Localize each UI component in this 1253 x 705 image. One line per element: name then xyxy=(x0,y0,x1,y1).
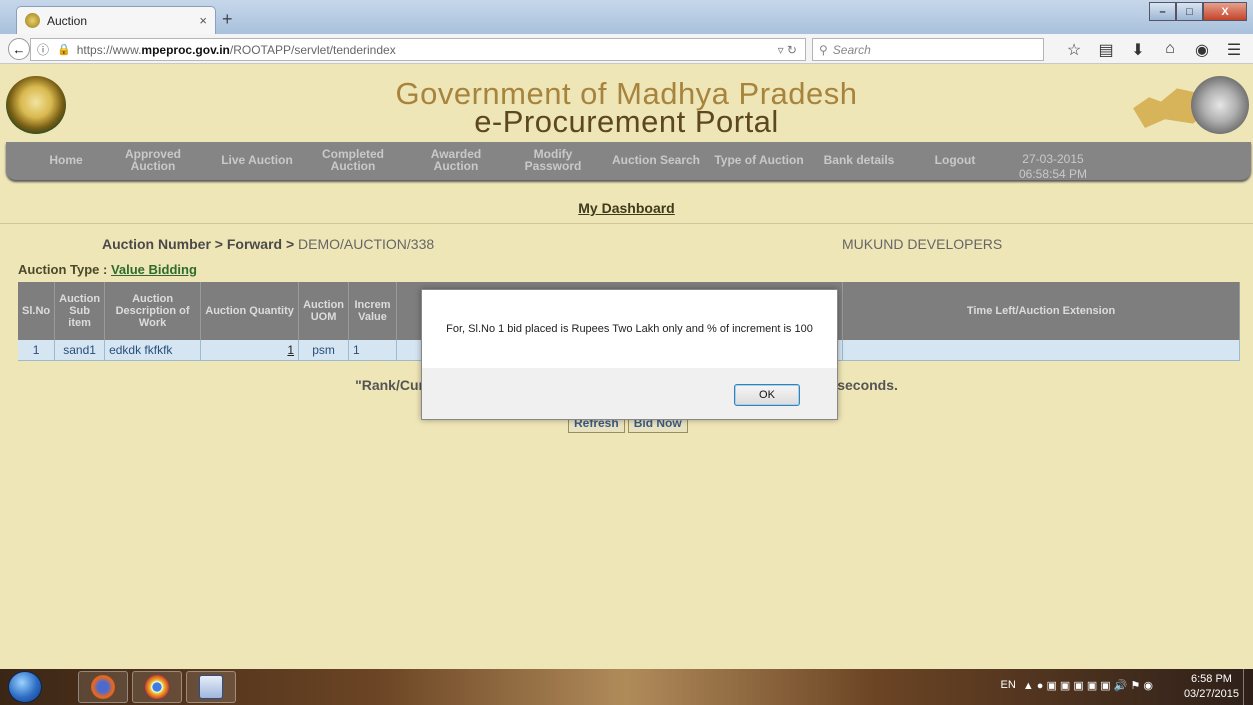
col-slno: Sl.No xyxy=(18,282,56,340)
url-domain: mpeproc.gov.in xyxy=(141,42,230,57)
menu-item-home[interactable]: Home xyxy=(43,154,89,166)
menu-item-bank-details[interactable]: Bank details xyxy=(814,154,904,166)
lock-icon: 🔒 xyxy=(57,44,71,56)
taskbar-firefox[interactable] xyxy=(78,671,128,703)
menu-item-awarded-auction[interactable]: Awarded Auction xyxy=(421,148,491,172)
bookmark-star-icon[interactable]: ☆ xyxy=(1058,40,1090,60)
chat-icon[interactable]: ◉ xyxy=(1186,40,1218,60)
new-tab-button[interactable]: + xyxy=(222,9,233,30)
chrome-icon xyxy=(145,675,169,699)
word-icon xyxy=(199,675,223,699)
alert-footer: OK xyxy=(422,368,837,419)
menu-item-modify-password[interactable]: Modify Password xyxy=(518,148,588,172)
web-page: Government of Madhya Pradesh e-Procureme… xyxy=(0,64,1253,669)
menu-item-auction-search[interactable]: Auction Search xyxy=(596,154,716,166)
start-button[interactable] xyxy=(8,671,42,703)
company-name: MUKUND DEVELOPERS xyxy=(842,236,1003,252)
menu-item-approved-auction[interactable]: Approved Auction xyxy=(118,148,188,172)
breadcrumb-label: Auction Number > Forward > xyxy=(102,236,299,252)
search-input[interactable]: ⚲ Search xyxy=(812,38,1044,61)
info-icon[interactable]: ⓘ xyxy=(37,41,49,58)
browser-tab[interactable]: Auction × xyxy=(16,6,216,34)
auction-breadcrumb: Auction Number > Forward > DEMO/AUCTION/… xyxy=(102,236,434,252)
firefox-icon xyxy=(91,675,115,699)
url-path: /ROOTAPP/servlet/tenderindex xyxy=(229,42,396,57)
tab-close-icon[interactable]: × xyxy=(199,13,207,28)
system-tray: EN ▲ ● ▣ ▣ ▣ ▣ ▣ 🔊 ⚑ ◉ xyxy=(1001,679,1153,692)
col-sub-item: Auction Sub item xyxy=(54,282,106,340)
taskbar: EN ▲ ● ▣ ▣ ▣ ▣ ▣ 🔊 ⚑ ◉ 6:58 PM 03/27/201… xyxy=(0,669,1253,705)
cell-quantity[interactable]: 1 xyxy=(200,340,300,361)
menu-item-completed-auction[interactable]: Completed Auction xyxy=(318,148,388,172)
auction-type-label: Auction Type : xyxy=(18,262,111,277)
auction-type: Auction Type : Value Bidding xyxy=(18,262,197,277)
national-emblem-icon xyxy=(1191,76,1249,134)
cell-sub-item: sand1 xyxy=(54,340,106,361)
col-time-left: Time Left/Auction Extension xyxy=(842,282,1240,340)
reading-list-icon[interactable]: ▤ xyxy=(1090,40,1122,60)
download-icon[interactable]: ⬇ xyxy=(1122,40,1154,60)
cell-description: edkdk fkfkfk xyxy=(104,340,202,361)
window-controls: – □ X xyxy=(1149,2,1247,21)
col-uom: Auction UOM xyxy=(298,282,350,340)
menu-item-type-of-auction[interactable]: Type of Auction xyxy=(709,154,809,166)
alert-dialog: For, Sl.No 1 bid placed is Rupees Two La… xyxy=(421,289,838,420)
close-window-button[interactable]: X xyxy=(1203,2,1247,21)
alert-message: For, Sl.No 1 bid placed is Rupees Two La… xyxy=(446,323,813,335)
url-bar[interactable]: ⓘ 🔒 https://www. mpeproc.gov.in/ROOTAPP/s… xyxy=(30,38,806,61)
cell-increment: 1 xyxy=(348,340,398,361)
cell-uom: psm xyxy=(298,340,350,361)
ok-button[interactable]: OK xyxy=(734,384,800,406)
language-indicator[interactable]: EN xyxy=(1001,679,1016,692)
maximize-button[interactable]: □ xyxy=(1176,2,1203,21)
taskbar-word[interactable] xyxy=(186,671,236,703)
clock-time: 6:58 PM xyxy=(1190,673,1232,685)
show-desktop-button[interactable] xyxy=(1243,669,1253,705)
search-placeholder: Search xyxy=(832,42,871,57)
col-increment: Increm Value xyxy=(348,282,398,340)
taskbar-chrome[interactable] xyxy=(132,671,182,703)
reload-icon[interactable]: ▿ ↻ xyxy=(778,43,797,57)
browser-navbar: ← ⓘ 🔒 https://www. mpeproc.gov.in/ROOTAPP… xyxy=(0,34,1253,64)
main-menu: Home Approved Auction Live Auction Compl… xyxy=(6,142,1251,181)
hamburger-menu-icon[interactable]: ☰ xyxy=(1218,40,1250,60)
home-icon[interactable]: ⌂ xyxy=(1154,40,1186,60)
taskbar-clock[interactable]: 6:58 PM 03/27/2015 xyxy=(1184,672,1239,702)
minimize-button[interactable]: – xyxy=(1149,2,1176,21)
cell-slno: 1 xyxy=(18,340,56,361)
menu-date: 27-03-2015 xyxy=(1022,152,1084,166)
back-arrow-icon[interactable]: ← xyxy=(8,38,30,60)
cell-time-left xyxy=(842,340,1240,361)
auction-type-link[interactable]: Value Bidding xyxy=(111,262,197,277)
dashboard-link[interactable]: My Dashboard xyxy=(0,200,1253,216)
tray-icons[interactable]: ▲ ● ▣ ▣ ▣ ▣ ▣ 🔊 ⚑ ◉ xyxy=(1023,679,1153,692)
portal-header: Government of Madhya Pradesh e-Procureme… xyxy=(0,64,1253,142)
portal-title-line2: e-Procurement Portal xyxy=(474,104,779,139)
clock-date: 03/27/2015 xyxy=(1183,688,1239,700)
col-description: Auction Description of Work xyxy=(104,282,202,340)
tab-title: Auction xyxy=(47,13,88,28)
browser-titlebar: Auction × + – □ X xyxy=(0,0,1253,34)
toolbar-icons: ☆ ▤ ⬇ ⌂ ◉ ☰ xyxy=(1058,40,1250,60)
url-prefix: https://www. xyxy=(76,42,142,57)
site-favicon-icon xyxy=(25,13,40,28)
search-icon: ⚲ xyxy=(819,42,828,57)
menu-item-logout[interactable]: Logout xyxy=(927,154,983,166)
auction-number: DEMO/AUCTION/338 xyxy=(298,236,435,252)
divider xyxy=(0,223,1253,224)
menu-time: 06:58:54 PM xyxy=(1018,167,1088,181)
col-quantity: Auction Quantity xyxy=(200,282,300,340)
menu-item-live-auction[interactable]: Live Auction xyxy=(212,154,302,166)
